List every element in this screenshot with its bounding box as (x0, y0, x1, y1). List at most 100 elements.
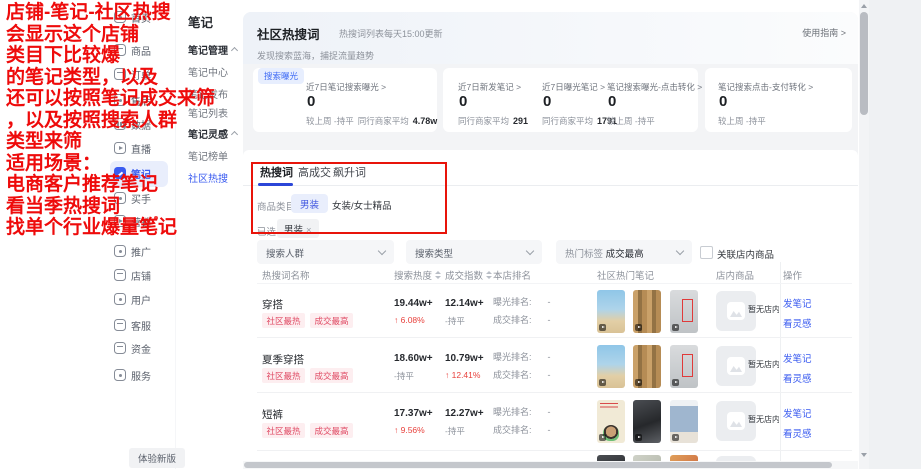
rail-item-promotion[interactable]: 推广 (114, 243, 151, 259)
hot-word-name[interactable]: 夏季穿搭 (262, 352, 304, 367)
note-thumbnail[interactable] (633, 345, 661, 388)
tab-rising-words[interactable]: 飙升词 (333, 164, 366, 180)
note-icon (114, 167, 126, 179)
sidebar-item-note-list[interactable]: 笔记列表 (188, 105, 228, 120)
note-thumbnail[interactable] (670, 345, 698, 388)
rail-item-home[interactable]: 首页 (114, 9, 151, 25)
sidebar-item-note-ranking[interactable]: 笔记榜单 (188, 148, 228, 163)
rail-item-label: 买手 (131, 191, 151, 206)
tag-deal-highest: 成交最高 (310, 368, 353, 383)
active-tab-underline (258, 183, 293, 186)
scroll-up-arrow-icon[interactable] (861, 4, 867, 8)
sort-icon[interactable] (435, 271, 441, 279)
note-thumbnail[interactable] (597, 290, 625, 333)
image-placeholder-icon (727, 412, 745, 430)
sidebar-item-note-publish[interactable]: 笔记发布 (188, 86, 228, 101)
stat-label[interactable]: 近7日笔记搜索曝光 > (306, 81, 386, 93)
rail-item-buyer[interactable]: 买手 (114, 190, 151, 206)
note-thumbnail[interactable] (633, 400, 661, 443)
horizontal-scrollbar-thumb[interactable] (244, 462, 832, 468)
stat-value: 0 (608, 93, 616, 110)
stat-label[interactable]: 近7日新发笔记 > (458, 81, 521, 93)
deal-rank: 成交排名:- (493, 368, 551, 381)
video-badge-icon (635, 379, 642, 386)
video-badge-icon (599, 379, 606, 386)
horizontal-scrollbar[interactable] (243, 461, 858, 469)
publish-note-link[interactable]: 发笔记 (783, 351, 812, 365)
note-thumbnail[interactable] (670, 400, 698, 443)
column-header-sortable[interactable]: 成交指数 (445, 268, 492, 282)
selected-filter-label: 已选 (257, 224, 276, 238)
sidebar-group-note-manage[interactable]: 笔记管理 (188, 42, 237, 57)
note-thumbnail[interactable] (597, 400, 625, 443)
stat-label[interactable]: 近7日曝光笔记 > (542, 81, 605, 93)
hot-word-tags: 社区最热成交最高 (262, 423, 353, 438)
note-thumbnail[interactable] (633, 290, 661, 333)
video-badge-icon (672, 379, 679, 386)
rail-item-product[interactable]: 商品 (114, 42, 151, 58)
video-badge-icon (672, 434, 679, 441)
rail-item-note[interactable]: 笔记 (114, 165, 151, 181)
note-thumbnail[interactable] (597, 345, 625, 388)
sidebar-item-note-center[interactable]: 笔记中心 (188, 64, 228, 79)
sort-icon[interactable] (486, 271, 492, 279)
search-type-select[interactable]: 搜索类型 (406, 240, 542, 264)
publish-note-link[interactable]: 发笔记 (783, 296, 812, 310)
rail-item-marketing[interactable]: 营销 (114, 213, 158, 229)
chevron-up-icon (231, 47, 238, 54)
scroll-down-arrow-icon[interactable] (861, 453, 867, 457)
link-store-product-checkbox[interactable] (700, 246, 713, 259)
view-inspiration-link[interactable]: 看灵感 (783, 316, 812, 330)
deal-index-delta: -持平 (445, 315, 465, 327)
no-store-product-text: 暂无店内 (748, 414, 779, 425)
view-inspiration-link[interactable]: 看灵感 (783, 371, 812, 385)
new-version-button[interactable]: 体验新版 (129, 448, 185, 468)
tag-deal-highest: 成交最高 (310, 423, 353, 438)
hot-word-name[interactable]: 穿搭 (262, 297, 283, 312)
image-placeholder-icon (727, 357, 745, 375)
stat-value: 0 (543, 93, 551, 110)
vertical-scrollbar-thumb[interactable] (860, 12, 868, 115)
close-icon[interactable]: × (306, 225, 312, 236)
link-store-product-label[interactable]: 关联店内商品 (717, 247, 774, 261)
selected-chip-menswear[interactable]: 男装× (277, 219, 319, 238)
sidebar-item-community-hot-search[interactable]: 社区热搜 (188, 170, 228, 185)
view-inspiration-link[interactable]: 看灵感 (783, 426, 812, 440)
column-header-sortable[interactable]: 搜索热度 (394, 268, 441, 282)
data-icon (114, 118, 126, 130)
stat-footnote: 较上周 -持平 同行商家平均 4.78w (306, 115, 437, 127)
vertical-scrollbar[interactable] (859, 0, 869, 469)
stat-label[interactable]: 笔记搜索曝光-点击转化 > (607, 81, 702, 93)
rail-item-aftersale[interactable]: 售后 (114, 92, 151, 108)
column-header: 店内商品 (716, 268, 754, 282)
category-option-menswear[interactable]: 男装 (291, 194, 328, 213)
tab-high-deal[interactable]: 高成交 (298, 164, 331, 180)
search-audience-select[interactable]: 搜索人群 (257, 240, 394, 264)
tab-hot-search-words[interactable]: 热搜词 (260, 164, 293, 180)
category-option-womenswear[interactable]: 女装/女士精品 (332, 198, 392, 212)
column-header: 操作 (783, 268, 802, 282)
hot-word-name[interactable]: 短裤 (262, 407, 283, 422)
table-header-divider (257, 283, 852, 284)
buyer-icon (114, 192, 126, 204)
hot-word-tags: 社区最热成交最高 (262, 368, 353, 383)
note-thumbnail[interactable] (670, 290, 698, 333)
select-placeholder: 搜索类型 (415, 246, 453, 260)
rail-item-live[interactable]: 直播 (114, 140, 151, 156)
column-header: 本店排名 (493, 268, 531, 282)
promotion-icon (114, 245, 126, 257)
tag-community-hottest: 社区最热 (262, 368, 305, 383)
deal-index-delta: -持平 (445, 425, 465, 437)
live-icon (114, 142, 126, 154)
search-heat-value: 18.60w+ (394, 353, 433, 364)
exposure-rank: 曝光排名:- (493, 295, 551, 308)
rail-item-data[interactable]: 数据 (114, 116, 151, 132)
usage-guide-link[interactable]: 使用指南 > (802, 26, 846, 39)
publish-note-link[interactable]: 发笔记 (783, 406, 812, 420)
sidebar-group-note-inspiration[interactable]: 笔记灵感 (188, 126, 237, 141)
stat-label[interactable]: 笔记搜索点击-支付转化 > (718, 81, 813, 93)
rail-item-order[interactable]: 订单 (114, 66, 151, 82)
search-heat-value: 19.44w+ (394, 298, 433, 309)
hot-tag-select[interactable]: 热门标签 成交最高 (556, 240, 692, 264)
stat-footnote: 同行商家平均 1791 (542, 115, 617, 127)
